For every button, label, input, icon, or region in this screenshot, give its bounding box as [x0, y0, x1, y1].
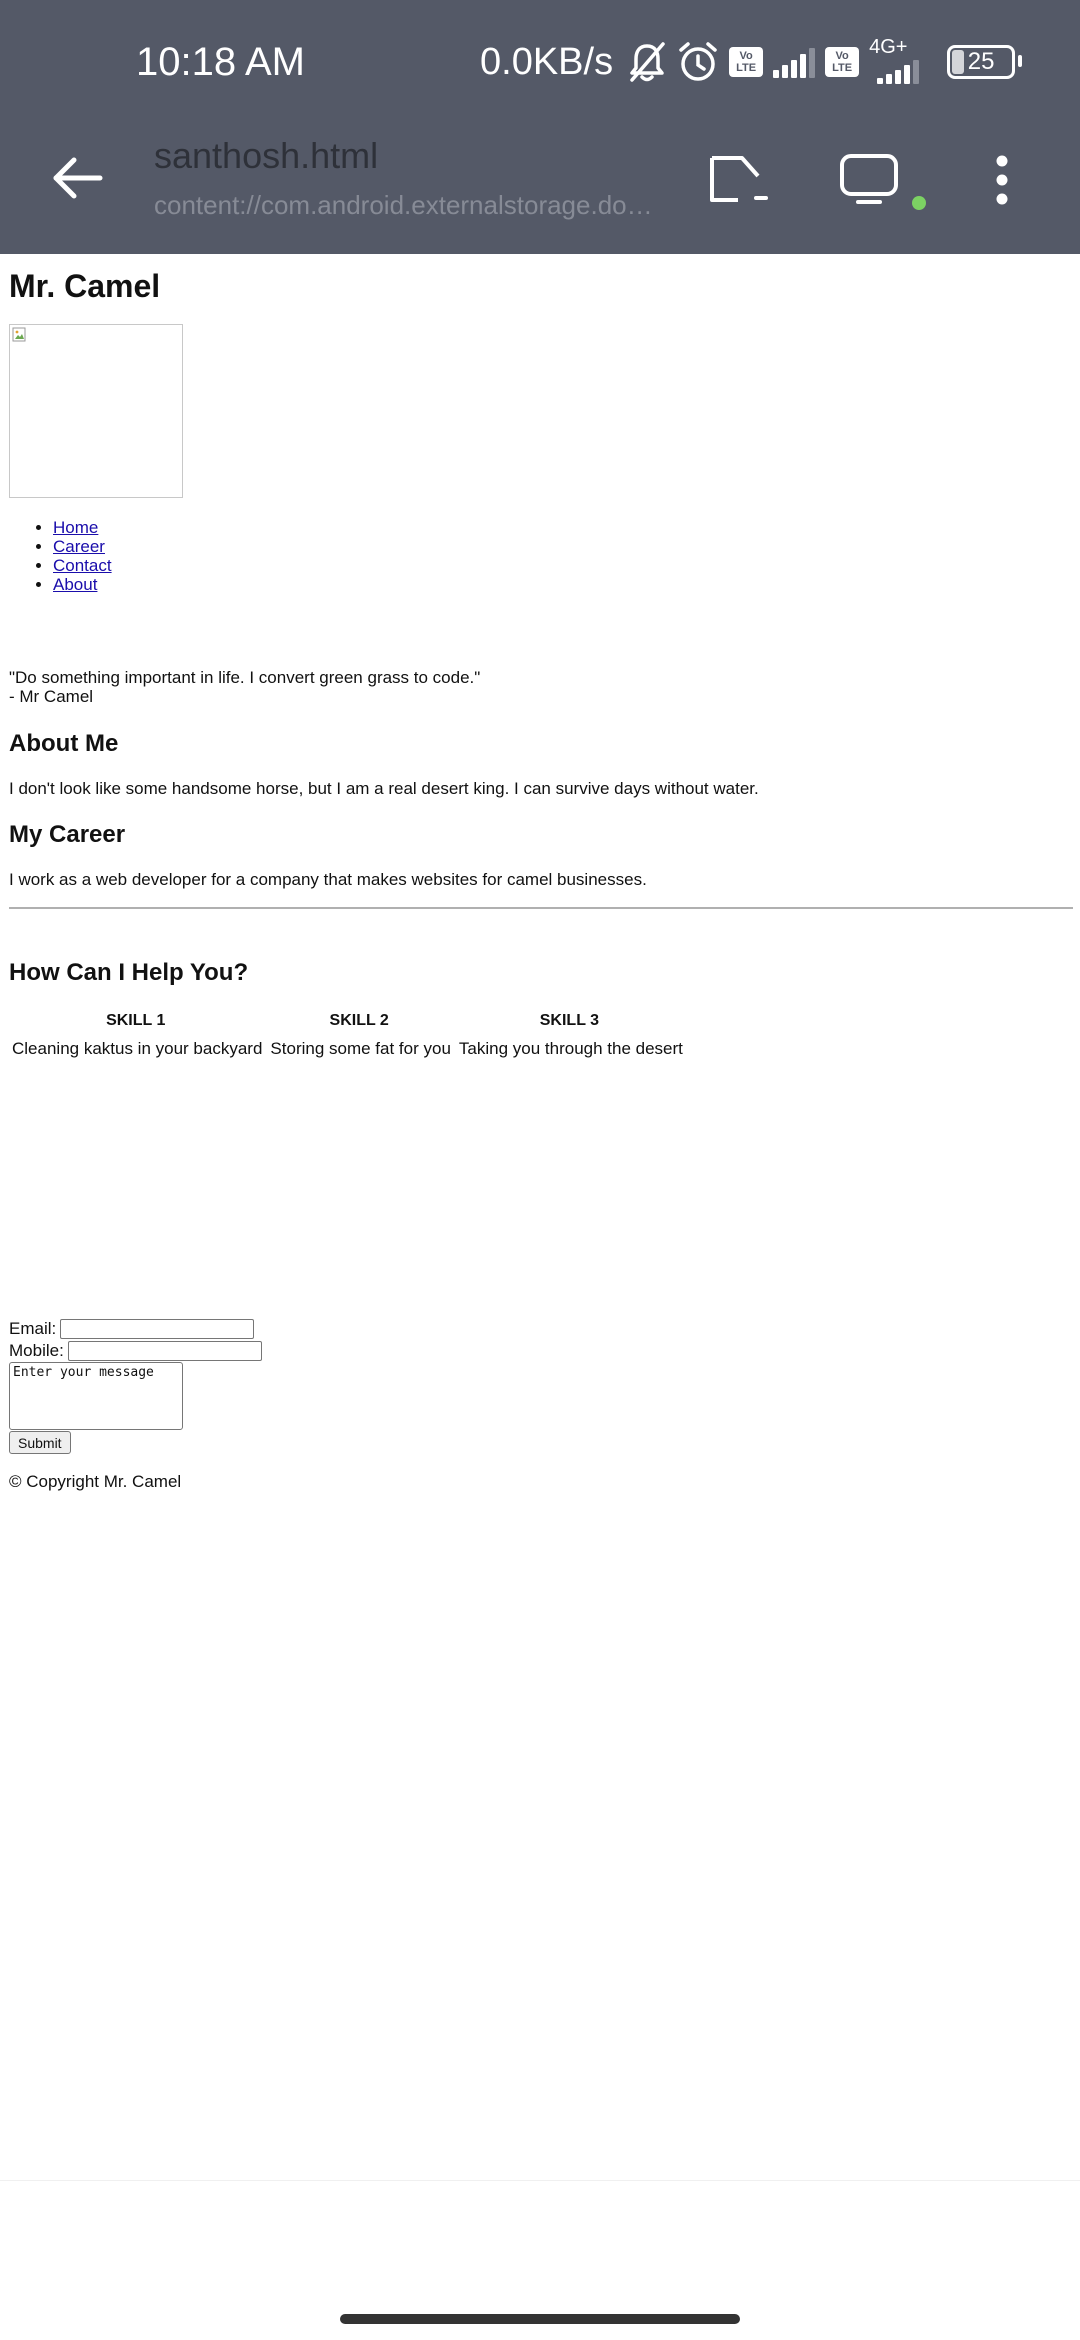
skills-table: SKILL 1 SKILL 2 SKILL 3 Cleaning kaktus … — [9, 1010, 683, 1060]
skill-header: SKILL 2 — [329, 1012, 389, 1029]
nav-link-about[interactable]: About — [53, 575, 97, 594]
submit-button[interactable]: Submit — [9, 1431, 71, 1454]
volte-icon: Vo LTE — [825, 47, 860, 77]
quote-block: "Do something important in life. I conve… — [9, 668, 480, 706]
message-textarea[interactable]: Enter your message — [9, 1362, 183, 1430]
battery-icon: 25 — [947, 45, 1023, 79]
open-in-button[interactable] — [700, 140, 780, 220]
email-field[interactable] — [60, 1319, 255, 1339]
battery-level: 25 — [967, 48, 995, 75]
mobile-label: Mobile: — [9, 1341, 64, 1360]
bottom-divider — [0, 2180, 1080, 2181]
email-label: Email: — [9, 1319, 57, 1338]
network-type: 4G+ — [869, 36, 908, 58]
top-chrome: 10:18 AM 0.0KB/s Vo LTE Vo LTE 4G+ 25 sa… — [0, 0, 1080, 254]
nav-item-home: Home — [53, 518, 112, 537]
alarm-icon — [677, 41, 719, 83]
broken-image — [9, 324, 183, 498]
skill-cell: Taking you through the desert — [458, 1039, 683, 1058]
net-speed: 0.0KB/s — [480, 41, 614, 83]
about-heading: About Me — [9, 730, 119, 757]
arrow-left-icon — [53, 157, 103, 199]
nav-link-home[interactable]: Home — [53, 518, 98, 537]
document-title: santhosh.html — [154, 135, 379, 176]
more-vert-icon — [996, 155, 1008, 205]
nav-link-career[interactable]: Career — [53, 537, 105, 556]
document-url: content://com.android.externalstorage.do… — [154, 190, 664, 220]
nav-list: Home Career Contact About — [9, 518, 112, 594]
nav-item-career: Career — [53, 537, 112, 556]
bell-off-icon — [627, 40, 667, 84]
page-heading: Mr. Camel — [9, 268, 161, 304]
skill-cell: Cleaning kaktus in your backyard — [12, 1039, 263, 1058]
mobile-row: Mobile: — [9, 1340, 262, 1362]
back-button[interactable] — [40, 140, 116, 216]
broken-image-icon — [12, 327, 26, 342]
status-time: 10:18 AM — [136, 40, 306, 84]
status-icons: 0.0KB/s Vo LTE Vo LTE 4G+ 25 — [480, 30, 1023, 94]
career-heading: My Career — [9, 821, 126, 848]
skill-cell: Storing some fat for you — [270, 1039, 451, 1058]
copyright-text: © Copyright Mr. Camel — [9, 1472, 182, 1491]
mobile-field[interactable] — [67, 1341, 262, 1361]
home-indicator[interactable] — [340, 2314, 740, 2324]
more-options-button[interactable] — [962, 140, 1042, 220]
nav-link-contact[interactable]: Contact — [53, 556, 112, 575]
status-dot — [912, 196, 926, 210]
nav-item-contact: Contact — [53, 556, 112, 575]
help-heading: How Can I Help You? — [9, 959, 249, 986]
desktop-view-icon — [840, 154, 898, 204]
quote-text: "Do something important in life. I conve… — [9, 668, 481, 687]
skill-header: SKILL 3 — [539, 1012, 600, 1029]
volte-icon: Vo LTE — [729, 47, 764, 77]
desktop-view-button[interactable] — [830, 140, 910, 220]
skill-header: SKILL 1 — [106, 1012, 166, 1029]
signal-4g-icon: 4G+ — [869, 36, 929, 84]
nav-item-about: About — [53, 575, 112, 594]
about-text: I don't look like some handsome horse, b… — [9, 779, 759, 798]
divider — [9, 907, 1073, 909]
career-text: I work as a web developer for a company … — [9, 870, 647, 889]
quote-author: - Mr Camel — [9, 687, 94, 706]
email-row: Email: — [9, 1318, 255, 1340]
signal-icon — [773, 46, 816, 78]
open-in-icon — [710, 156, 768, 202]
